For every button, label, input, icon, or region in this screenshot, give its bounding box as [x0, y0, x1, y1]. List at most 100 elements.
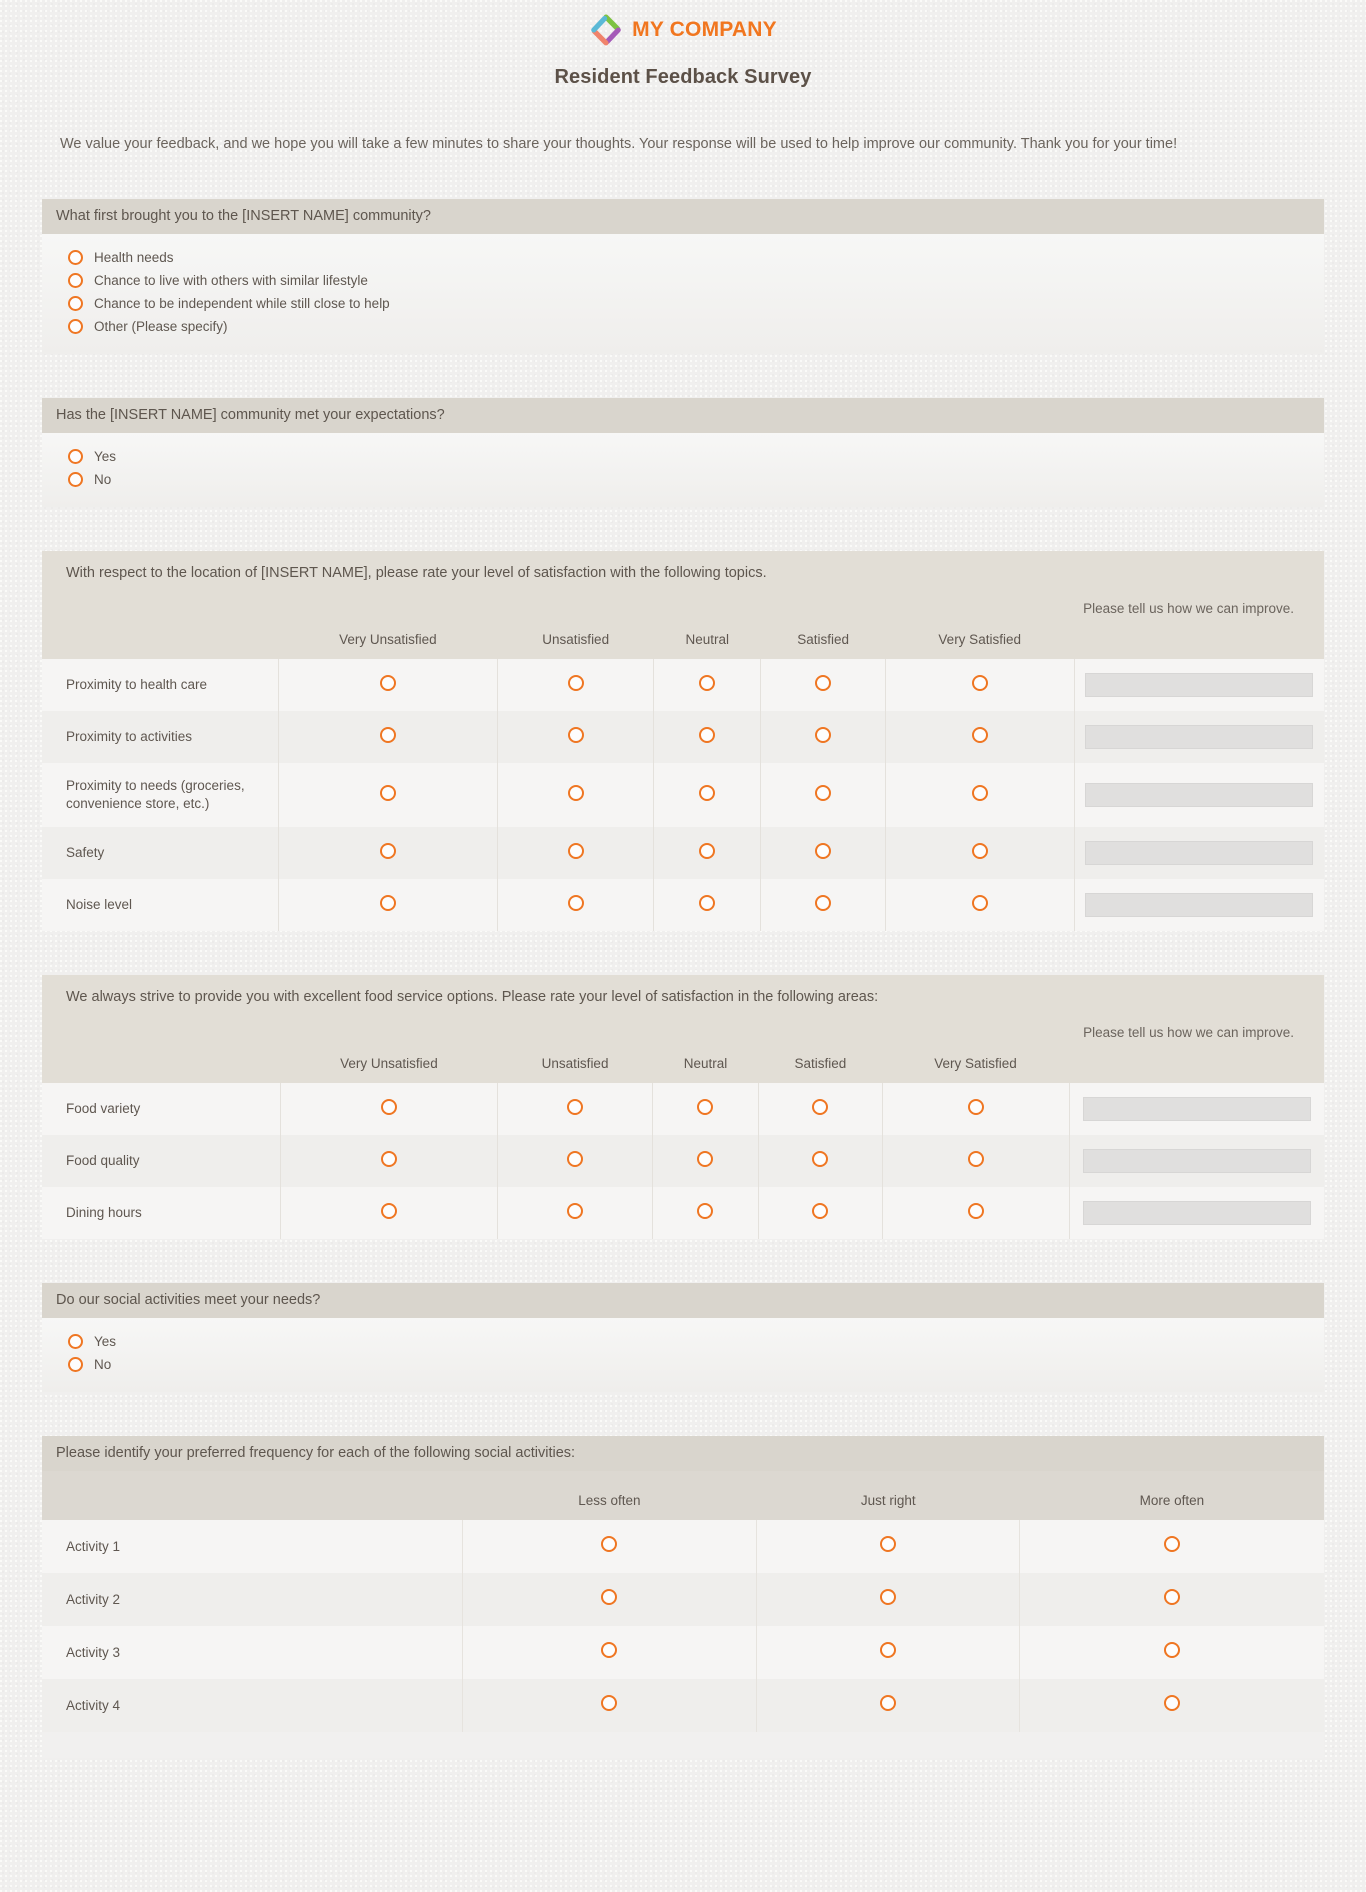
radio-button-icon[interactable]	[1164, 1695, 1181, 1712]
matrix-radio-cell[interactable]	[497, 1135, 653, 1188]
matrix-radio-cell[interactable]	[760, 711, 886, 764]
radio-button-icon[interactable]	[812, 1202, 829, 1219]
radio-button-icon[interactable]	[967, 1150, 984, 1167]
matrix-radio-cell[interactable]	[652, 1187, 760, 1240]
frequency-radio-cell[interactable]	[462, 1679, 758, 1733]
matrix-radio-cell[interactable]	[885, 711, 1075, 764]
frequency-radio-cell[interactable]	[756, 1679, 1021, 1733]
radio-button-icon[interactable]	[379, 784, 396, 801]
matrix-radio-cell[interactable]	[760, 879, 886, 932]
matrix-radio-cell[interactable]	[653, 827, 762, 880]
radio-button-icon[interactable]	[379, 894, 396, 911]
matrix-radio-cell[interactable]	[760, 827, 886, 880]
radio-option-row[interactable]: Chance to be independent while still clo…	[56, 292, 1310, 315]
matrix-improve-cell[interactable]	[1069, 1083, 1324, 1135]
radio-button-icon[interactable]	[697, 1150, 714, 1167]
radio-button-icon[interactable]	[971, 894, 988, 911]
improve-text-input[interactable]	[1085, 841, 1314, 866]
radio-button-icon[interactable]	[379, 842, 396, 859]
matrix-radio-cell[interactable]	[652, 1135, 760, 1188]
frequency-radio-cell[interactable]	[462, 1626, 758, 1680]
matrix-radio-cell[interactable]	[497, 1083, 653, 1136]
radio-option-row[interactable]: No	[56, 1353, 1310, 1376]
radio-button-icon[interactable]	[567, 1202, 584, 1219]
improve-text-input[interactable]	[1082, 1201, 1311, 1226]
radio-button-icon[interactable]	[601, 1589, 618, 1606]
frequency-radio-cell[interactable]	[756, 1573, 1021, 1627]
radio-option-row[interactable]: No	[56, 468, 1310, 491]
radio-button-icon[interactable]	[812, 1150, 829, 1167]
radio-button-icon[interactable]	[1164, 1536, 1181, 1553]
matrix-radio-cell[interactable]	[278, 763, 499, 828]
matrix-radio-cell[interactable]	[280, 1083, 499, 1136]
radio-button-icon[interactable]	[967, 1098, 984, 1115]
radio-button-icon[interactable]	[567, 674, 584, 691]
matrix-radio-cell[interactable]	[497, 763, 655, 828]
radio-option-row[interactable]: Yes	[56, 1330, 1310, 1353]
radio-button-icon[interactable]	[567, 894, 584, 911]
matrix-radio-cell[interactable]	[497, 1187, 653, 1240]
radio-option-row[interactable]: Chance to live with others with similar …	[56, 269, 1310, 292]
matrix-radio-cell[interactable]	[882, 1135, 1070, 1188]
radio-button-icon[interactable]	[815, 784, 832, 801]
radio-button-icon[interactable]	[699, 894, 716, 911]
matrix-improve-cell[interactable]	[1069, 1135, 1324, 1187]
matrix-radio-cell[interactable]	[653, 763, 762, 828]
matrix-radio-cell[interactable]	[760, 659, 886, 712]
frequency-radio-cell[interactable]	[462, 1520, 758, 1574]
matrix-radio-cell[interactable]	[758, 1187, 883, 1240]
frequency-radio-cell[interactable]	[1020, 1520, 1324, 1573]
matrix-radio-cell[interactable]	[278, 659, 499, 712]
radio-button-icon[interactable]	[601, 1642, 618, 1659]
radio-button-icon[interactable]	[68, 472, 83, 488]
matrix-radio-cell[interactable]	[760, 763, 886, 828]
frequency-radio-cell[interactable]	[756, 1626, 1021, 1680]
radio-button-icon[interactable]	[880, 1589, 897, 1606]
improve-text-input[interactable]	[1082, 1097, 1311, 1122]
radio-button-icon[interactable]	[971, 726, 988, 743]
radio-button-icon[interactable]	[379, 674, 396, 691]
matrix-radio-cell[interactable]	[497, 827, 655, 880]
radio-button-icon[interactable]	[971, 674, 988, 691]
radio-button-icon[interactable]	[379, 726, 396, 743]
matrix-radio-cell[interactable]	[653, 659, 762, 712]
radio-button-icon[interactable]	[380, 1202, 397, 1219]
radio-button-icon[interactable]	[815, 674, 832, 691]
matrix-radio-cell[interactable]	[885, 879, 1075, 932]
radio-button-icon[interactable]	[699, 674, 716, 691]
improve-text-input[interactable]	[1082, 1149, 1311, 1174]
radio-button-icon[interactable]	[68, 250, 83, 266]
matrix-radio-cell[interactable]	[758, 1135, 883, 1188]
matrix-radio-cell[interactable]	[280, 1187, 499, 1240]
radio-button-icon[interactable]	[697, 1202, 714, 1219]
matrix-radio-cell[interactable]	[885, 827, 1075, 880]
frequency-radio-cell[interactable]	[1020, 1573, 1324, 1626]
radio-button-icon[interactable]	[567, 1150, 584, 1167]
radio-button-icon[interactable]	[967, 1202, 984, 1219]
radio-button-icon[interactable]	[1164, 1642, 1181, 1659]
radio-button-icon[interactable]	[971, 784, 988, 801]
radio-button-icon[interactable]	[68, 296, 83, 312]
matrix-radio-cell[interactable]	[280, 1135, 499, 1188]
radio-button-icon[interactable]	[380, 1150, 397, 1167]
radio-button-icon[interactable]	[567, 842, 584, 859]
radio-button-icon[interactable]	[815, 726, 832, 743]
radio-button-icon[interactable]	[880, 1695, 897, 1712]
radio-button-icon[interactable]	[68, 319, 83, 335]
radio-option-row[interactable]: Yes	[56, 445, 1310, 468]
matrix-improve-cell[interactable]	[1069, 1187, 1324, 1239]
matrix-radio-cell[interactable]	[882, 1187, 1070, 1240]
improve-text-input[interactable]	[1085, 725, 1314, 750]
matrix-improve-cell[interactable]	[1074, 879, 1324, 931]
radio-button-icon[interactable]	[699, 842, 716, 859]
matrix-improve-cell[interactable]	[1074, 827, 1324, 879]
improve-text-input[interactable]	[1085, 673, 1314, 698]
matrix-radio-cell[interactable]	[497, 659, 655, 712]
matrix-radio-cell[interactable]	[653, 711, 762, 764]
radio-button-icon[interactable]	[1164, 1589, 1181, 1606]
matrix-radio-cell[interactable]	[278, 711, 499, 764]
matrix-radio-cell[interactable]	[652, 1083, 760, 1136]
improve-text-input[interactable]	[1085, 783, 1314, 808]
radio-button-icon[interactable]	[812, 1098, 829, 1115]
radio-button-icon[interactable]	[880, 1642, 897, 1659]
